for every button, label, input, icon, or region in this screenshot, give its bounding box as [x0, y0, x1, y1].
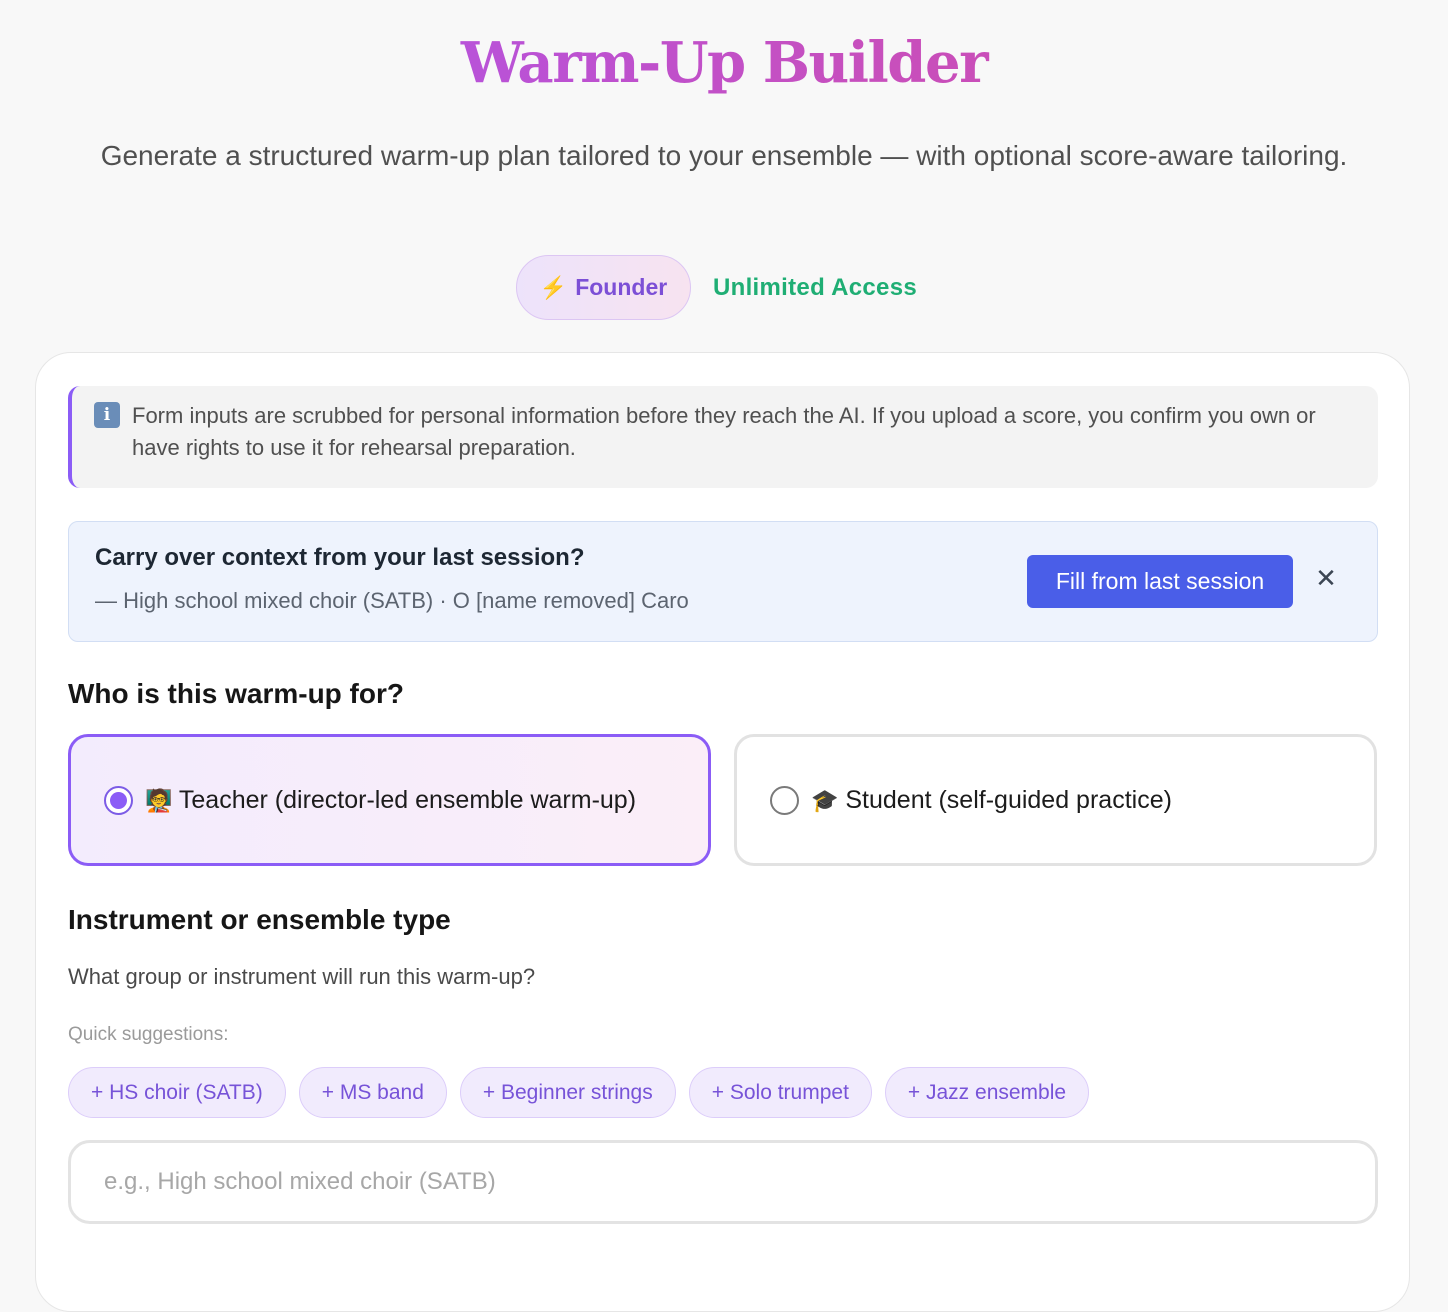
- teacher-option-text: 🧑‍🏫 Teacher (director-led ensemble warm-…: [145, 780, 665, 821]
- teacher-icon: 🧑‍🏫: [145, 787, 173, 813]
- ensemble-helper-text: What group or instrument will run this w…: [68, 964, 536, 989]
- carry-over-title: Carry over context from your last sessio…: [95, 544, 585, 571]
- student-option-label: Student (self-guided practice): [845, 785, 1172, 814]
- suggestion-chip-solo-trumpet[interactable]: + Solo trumpet: [688, 1067, 872, 1118]
- unlimited-access-label: Unlimited Access: [713, 273, 917, 301]
- info-icon: i: [94, 402, 120, 428]
- graduation-cap-icon: 🎓: [811, 787, 839, 813]
- privacy-notice: i Form inputs are scrubbed for personal …: [68, 386, 1378, 488]
- page-title: Warm-Up Builder: [0, 30, 1448, 96]
- role-option-student[interactable]: 🎓 Student (self-guided practice): [734, 734, 1377, 866]
- lightning-bolt-icon: ⚡: [539, 274, 568, 300]
- plan-status: ⚡ Founder Unlimited Access: [516, 255, 917, 320]
- privacy-notice-text: Form inputs are scrubbed for personal in…: [132, 403, 1316, 460]
- quick-suggestions-label: Quick suggestions:: [68, 1024, 229, 1045]
- fill-from-last-session-button[interactable]: Fill from last session: [1027, 555, 1293, 608]
- suggestion-chip-jazz-ensemble[interactable]: + Jazz ensemble: [884, 1067, 1090, 1118]
- carry-over-detail: — High school mixed choir (SATB) · O [na…: [95, 588, 689, 613]
- suggestion-chip-ms-band[interactable]: + MS band: [298, 1067, 447, 1118]
- student-radio[interactable]: [770, 785, 799, 815]
- page-subtitle: Generate a structured warm-up plan tailo…: [100, 140, 1348, 171]
- founder-badge: ⚡ Founder: [516, 255, 691, 320]
- audience-heading: Who is this warm-up for?: [68, 678, 404, 709]
- suggestion-chips: + HS choir (SATB) + MS band + Beginner s…: [68, 1067, 1090, 1118]
- role-option-teacher[interactable]: 🧑‍🏫 Teacher (director-led ensemble warm-…: [68, 734, 711, 866]
- carry-over-banner: Carry over context from your last sessio…: [68, 521, 1378, 642]
- builder-form-card: i Form inputs are scrubbed for personal …: [35, 352, 1410, 1312]
- founder-badge-label: Founder: [575, 274, 668, 300]
- suggestion-chip-beginner-strings[interactable]: + Beginner strings: [459, 1067, 676, 1118]
- ensemble-heading: Instrument or ensemble type: [68, 904, 451, 935]
- teacher-radio[interactable]: [104, 785, 133, 815]
- suggestion-chip-hs-choir[interactable]: + HS choir (SATB): [68, 1067, 286, 1118]
- teacher-option-label: Teacher (director-led ensemble warm-up): [178, 785, 637, 814]
- ensemble-type-input[interactable]: [68, 1140, 1378, 1224]
- student-option-text: 🎓 Student (self-guided practice): [811, 780, 1172, 821]
- close-icon[interactable]: ✕: [1314, 564, 1338, 594]
